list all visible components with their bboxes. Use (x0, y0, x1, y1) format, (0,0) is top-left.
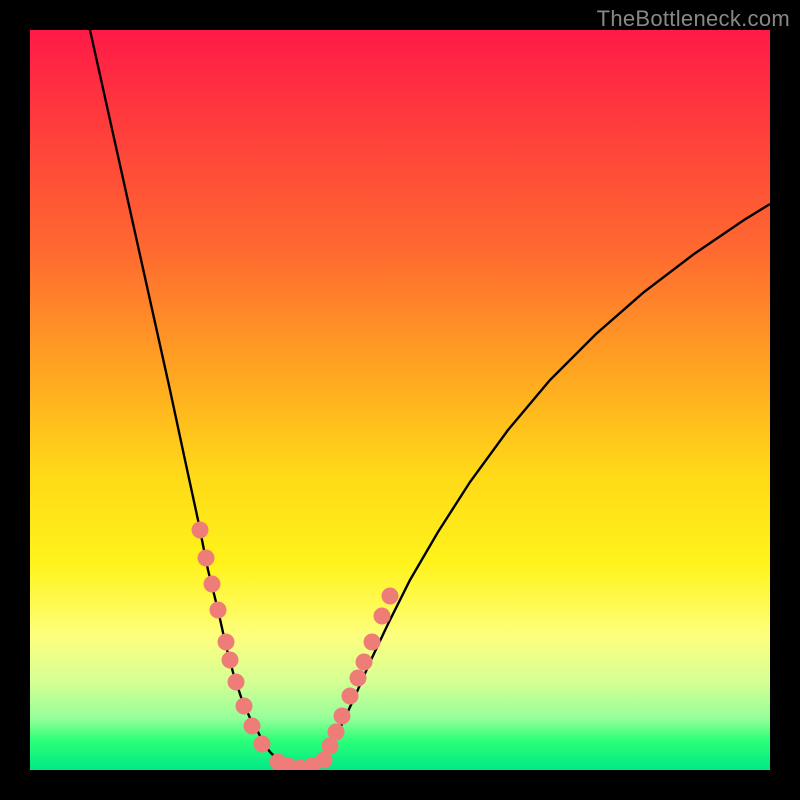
chart-background-gradient (30, 30, 770, 770)
chart-area (30, 30, 770, 770)
watermark-text: TheBottleneck.com (597, 6, 790, 32)
